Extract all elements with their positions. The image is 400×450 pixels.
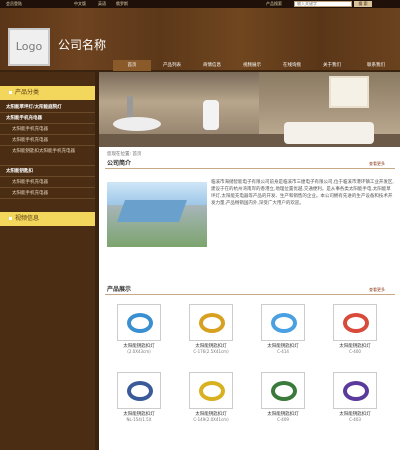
product-category-heading: 产品分类 xyxy=(0,86,95,100)
product-thumb[interactable] xyxy=(261,372,305,409)
nav-about[interactable]: 关于我们 xyxy=(313,60,351,71)
product-thumb[interactable] xyxy=(333,372,377,409)
intro-text: 临溪市海储智能电子有限公司前身是临溪市三捷电子有限公司,位于临溪市港环镇工业开发… xyxy=(211,180,394,206)
product-thumb[interactable] xyxy=(189,372,233,409)
lang-ru-link[interactable]: 俄罗斯 xyxy=(116,0,128,8)
product-thumb[interactable] xyxy=(189,304,233,341)
bullet-icon xyxy=(9,217,12,220)
sidebar-item-charger[interactable]: 太阳能手机充电器 xyxy=(0,113,95,124)
products-more-link[interactable]: 查看更多 xyxy=(369,287,385,293)
window-image xyxy=(329,76,369,108)
logo[interactable]: Logo xyxy=(8,28,50,66)
product-card[interactable]: 太阳能钥匙扣灯 C-176(2.5X41cm) xyxy=(189,304,233,354)
product-thumb[interactable] xyxy=(261,304,305,341)
main-nav: 首页 产品列表 商情信息 视频展示 在线询盘 关于我们 联系我们 xyxy=(113,60,400,71)
lang-en-link[interactable]: 英语 xyxy=(98,0,106,8)
product-card[interactable]: 太阳能钥匙扣灯 (2.0X43cm) xyxy=(117,304,161,354)
video-info-heading: 视频信息 xyxy=(0,212,95,226)
bathroom-banner xyxy=(99,72,400,147)
bathtub-image xyxy=(284,122,374,144)
company-name: 公司名称 xyxy=(58,38,107,52)
member-login-link[interactable]: 会员登陆 xyxy=(6,0,22,8)
product-card[interactable]: 太阳能钥匙扣灯 C-403 xyxy=(333,372,377,422)
product-card[interactable]: 太阳能钥匙扣灯 C-400 xyxy=(333,304,377,354)
breadcrumb: 您现在位置: 首页 xyxy=(107,152,142,157)
intro-more-link[interactable]: 查看更多 xyxy=(369,161,385,167)
nav-home[interactable]: 首页 xyxy=(113,60,151,71)
site-header: Logo 公司名称 首页 产品列表 商情信息 视频展示 在线询盘 关于我们 联系… xyxy=(0,8,400,71)
sidebar-item-keychain[interactable]: 太阳能钥匙扣 xyxy=(0,166,95,177)
sidebar: 产品分类 太阳能草坪灯/太阳能庭院灯 太阳能手机充电器 太阳能手机充电器 太阳能… xyxy=(0,72,95,450)
sidebar-item-lawn-light[interactable]: 太阳能草坪灯/太阳能庭院灯 xyxy=(0,102,95,113)
search-label: 产品搜索 xyxy=(266,1,282,6)
nav-contact[interactable]: 联系我们 xyxy=(355,60,397,71)
sidebar-item-charger-b[interactable]: 太阳能手机充电器 xyxy=(0,135,95,146)
bullet-icon xyxy=(9,91,12,94)
products-divider xyxy=(105,294,395,295)
top-bar: 会员登陆 中文版 英语 俄罗斯 产品搜索 输入关键字 搜 索 xyxy=(0,0,400,8)
product-card[interactable]: 太阳能钥匙扣灯 C-409 xyxy=(261,372,305,422)
product-card[interactable]: 太阳能钥匙扣灯 C-414 xyxy=(261,304,305,354)
product-thumb[interactable] xyxy=(117,304,161,341)
sink-image xyxy=(113,117,161,131)
nav-video[interactable]: 视频展示 xyxy=(233,60,271,71)
nav-inquiry[interactable]: 在线询盘 xyxy=(273,60,311,71)
sidebar-item-charger-d[interactable]: 太阳能手机充电器 xyxy=(0,188,95,199)
product-card[interactable]: 太阳能钥匙扣灯 C-149(2.0X41cm) xyxy=(189,372,233,422)
main-content: 您现在位置: 首页 公司简介 查看更多 临溪市海储智能电子有限公司前身是临溪市三… xyxy=(99,72,400,450)
intro-title: 公司简介 xyxy=(107,160,132,167)
sidebar-item-charger-a[interactable]: 太阳能手机充电器 xyxy=(0,124,95,135)
sidebar-item-charger-c[interactable]: 太阳能手机充电器 xyxy=(0,177,95,188)
building-image xyxy=(116,200,188,222)
intro-divider xyxy=(105,168,395,169)
product-card[interactable]: 太阳能钥匙扣灯 NL-154(1.5X xyxy=(117,372,161,422)
search-input[interactable]: 输入关键字 xyxy=(294,1,352,7)
sidebar-item-keychain-charger[interactable]: 太阳能钥匙扣太阳能手机充电器 xyxy=(0,146,95,166)
factory-image xyxy=(107,182,207,247)
faucet-image xyxy=(127,96,133,118)
product-thumb[interactable] xyxy=(117,372,161,409)
lang-cn-link[interactable]: 中文版 xyxy=(74,0,86,8)
toilet-image xyxy=(203,100,219,130)
search-button[interactable]: 搜 索 xyxy=(354,1,372,7)
products-title: 产品展示 xyxy=(107,286,132,293)
product-thumb[interactable] xyxy=(333,304,377,341)
nav-business-info[interactable]: 商情信息 xyxy=(193,60,231,71)
nav-products[interactable]: 产品列表 xyxy=(153,60,191,71)
